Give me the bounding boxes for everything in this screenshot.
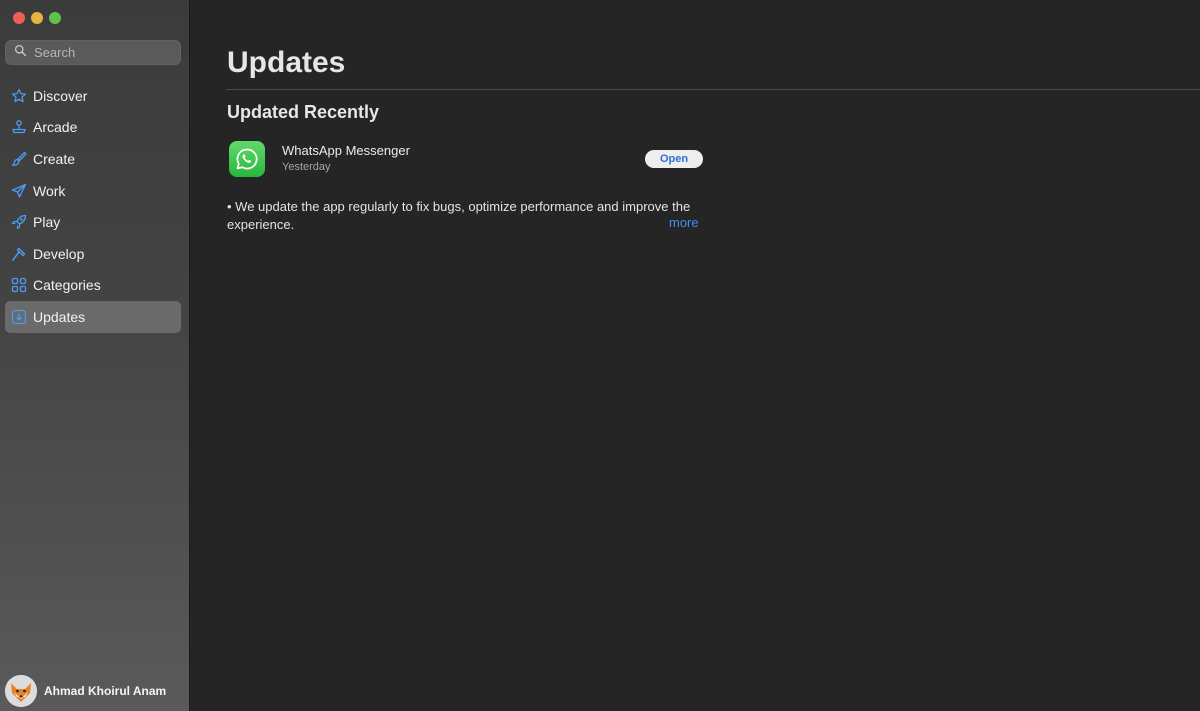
app-update-row[interactable]: WhatsApp Messenger Yesterday Open	[229, 141, 705, 179]
sidebar-item-discover[interactable]: Discover	[5, 80, 181, 112]
minimize-window-button[interactable]	[31, 12, 43, 24]
title-divider	[226, 89, 1200, 90]
sidebar-item-work[interactable]: Work	[5, 175, 181, 207]
whatsapp-icon[interactable]	[229, 141, 265, 177]
sidebar-item-updates[interactable]: Updates	[5, 301, 181, 333]
release-notes: • We update the app regularly to fix bug…	[227, 199, 691, 232]
sidebar-item-arcade[interactable]: Arcade	[5, 112, 181, 144]
zoom-window-button[interactable]	[49, 12, 61, 24]
sidebar-item-label: Work	[33, 182, 66, 199]
grid-icon	[11, 277, 27, 293]
sidebar-item-develop[interactable]: Develop	[5, 238, 181, 270]
sidebar-item-create[interactable]: Create	[5, 143, 181, 175]
page-title: Updates	[227, 46, 346, 79]
sidebar-item-label: Arcade	[33, 119, 78, 136]
user-name: Ahmad Khoirul Anam	[44, 684, 167, 698]
sidebar-item-label: Categories	[33, 277, 101, 294]
sidebar: Discover Arcade Create Work Play	[0, 0, 190, 711]
hammer-icon	[11, 246, 27, 262]
joystick-icon	[11, 119, 27, 135]
brush-icon	[11, 151, 27, 167]
sidebar-nav: Discover Arcade Create Work Play Develop…	[5, 80, 181, 333]
star-icon	[11, 88, 27, 104]
close-window-button[interactable]	[13, 12, 25, 24]
sidebar-item-play[interactable]: Play	[5, 206, 181, 238]
user-account[interactable]: Ahmad Khoirul Anam	[5, 675, 166, 707]
section-title: Updated Recently	[227, 102, 380, 122]
sidebar-item-categories[interactable]: Categories	[5, 270, 181, 302]
search-input[interactable]	[34, 45, 174, 60]
search-icon	[14, 44, 27, 62]
sidebar-item-label: Develop	[33, 245, 85, 262]
sidebar-item-label: Create	[33, 150, 76, 167]
sidebar-item-label: Play	[33, 214, 61, 231]
fox-avatar-icon	[5, 675, 37, 707]
window-controls	[13, 12, 61, 24]
download-icon	[11, 309, 27, 325]
search-field[interactable]	[5, 40, 181, 65]
app-update-date: Yesterday	[282, 161, 331, 173]
sidebar-item-label: Discover	[33, 87, 88, 104]
rocket-icon	[11, 214, 27, 230]
sidebar-item-label: Updates	[33, 308, 86, 325]
open-button[interactable]: Open	[645, 150, 703, 168]
main-content: Updates Updated Recently WhatsApp Messen…	[191, 0, 1200, 711]
app-name: WhatsApp Messenger	[282, 143, 410, 158]
avatar[interactable]	[5, 675, 37, 707]
more-link[interactable]: more	[669, 215, 699, 230]
paper-plane-icon	[11, 183, 27, 199]
